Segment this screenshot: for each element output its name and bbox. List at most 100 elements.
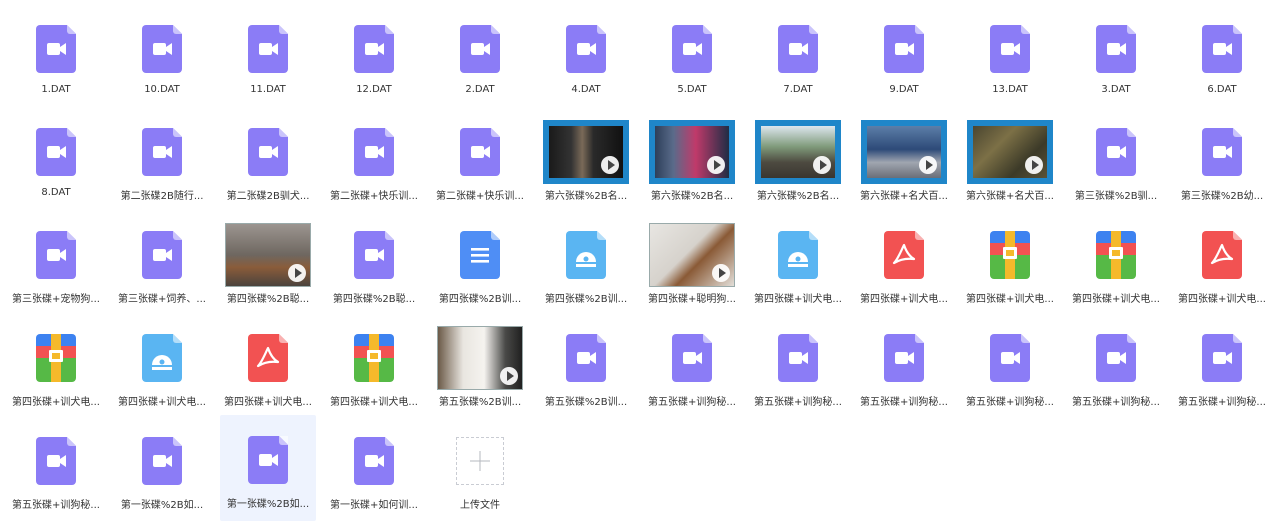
file-item[interactable]: 第三张碟%2B幼...: [1174, 107, 1270, 207]
file-item[interactable]: 第二张碟+快乐训...: [432, 107, 528, 207]
file-thumbnail: [1068, 111, 1164, 193]
file-item[interactable]: 第四张碟+训犬电...: [114, 313, 210, 413]
file-item[interactable]: 4.DAT: [538, 4, 634, 104]
file-thumbnail: [220, 214, 316, 296]
file-item[interactable]: 第一张碟+如何训...: [326, 416, 422, 516]
file-item[interactable]: 5.DAT: [644, 4, 740, 104]
file-item[interactable]: 11.DAT: [220, 4, 316, 104]
file-name: 第二张碟+快乐训...: [330, 191, 418, 202]
file-item[interactable]: 第四张碟+训犬电...: [962, 210, 1058, 310]
file-item[interactable]: 第一张碟%2B如...: [220, 415, 316, 521]
file-item[interactable]: 第五张碟+训狗秘...: [856, 313, 952, 413]
file-name: 5.DAT: [677, 84, 707, 95]
file-item[interactable]: 2.DAT: [432, 4, 528, 104]
file-item[interactable]: 第六张碟+名犬百...: [856, 107, 952, 207]
file-item[interactable]: 第二张碟2B驯犬...: [220, 107, 316, 207]
file-name: 第五张碟+训狗秘...: [1072, 397, 1160, 408]
file-name: 第二张碟2B驯犬...: [226, 191, 310, 202]
file-item[interactable]: 第二张碟2B随行...: [114, 107, 210, 207]
file-item[interactable]: 第五张碟+训狗秘...: [1174, 313, 1270, 413]
file-thumbnail: [1068, 214, 1164, 296]
file-item[interactable]: 第六张碟%2B名...: [644, 107, 740, 207]
file-thumbnail: [1174, 317, 1270, 399]
file-item[interactable]: 第四张碟+训犬电...: [750, 210, 846, 310]
file-item[interactable]: 10.DAT: [114, 4, 210, 104]
file-item[interactable]: 7.DAT: [750, 4, 846, 104]
file-thumbnail: [432, 8, 528, 90]
file-name: 第三张碟%2B驯...: [1074, 191, 1158, 202]
file-grid: 1.DAT 10.DAT 11.DAT 12.DAT 2.DAT 4.DAT 5.DAT 7.…: [0, 0, 1280, 529]
play-icon: [601, 156, 619, 174]
file-item[interactable]: 第五张碟+训狗秘...: [644, 313, 740, 413]
video-file-icon: [36, 25, 76, 73]
file-thumbnail: [1068, 317, 1164, 399]
disc-image-file-icon: [778, 231, 818, 279]
file-item[interactable]: 第五张碟+训狗秘...: [1068, 313, 1164, 413]
file-name: 10.DAT: [144, 84, 180, 95]
video-file-icon: [566, 25, 606, 73]
file-name: 第一张碟%2B如...: [226, 499, 310, 510]
file-item[interactable]: 第四张碟%2B聪...: [220, 210, 316, 310]
file-item[interactable]: 第四张碟+训犬电...: [1174, 210, 1270, 310]
upload-file-button[interactable]: 上传文件: [432, 416, 528, 516]
file-item[interactable]: 8.DAT: [8, 107, 104, 207]
file-item[interactable]: 第四张碟+训犬电...: [856, 210, 952, 310]
file-item[interactable]: 1.DAT: [8, 4, 104, 104]
file-name: 第四张碟+训犬电...: [1072, 294, 1160, 305]
video-file-icon: [248, 128, 288, 176]
file-thumbnail: [856, 214, 952, 296]
file-name: 第五张碟+训狗秘...: [754, 397, 842, 408]
file-item[interactable]: 9.DAT: [856, 4, 952, 104]
file-item[interactable]: 第一张碟%2B如...: [114, 416, 210, 516]
file-thumbnail: [326, 317, 422, 399]
file-item[interactable]: 第五张碟%2B训...: [432, 313, 528, 413]
file-name: 第五张碟+训狗秘...: [12, 500, 100, 511]
file-name: 1.DAT: [41, 84, 71, 95]
file-item[interactable]: 第四张碟%2B训...: [538, 210, 634, 310]
file-item[interactable]: 13.DAT: [962, 4, 1058, 104]
file-item[interactable]: 第五张碟%2B训...: [538, 313, 634, 413]
file-thumbnail: [962, 8, 1058, 90]
video-thumbnail: [755, 120, 841, 184]
file-item[interactable]: 第四张碟%2B训...: [432, 210, 528, 310]
file-name: 第四张碟%2B聪...: [332, 294, 416, 305]
file-item[interactable]: 第四张碟+训犬电...: [220, 313, 316, 413]
file-name: 第六张碟+名犬百...: [966, 191, 1054, 202]
file-item[interactable]: 第六张碟%2B名...: [538, 107, 634, 207]
file-item[interactable]: 第六张碟+名犬百...: [962, 107, 1058, 207]
file-item[interactable]: 第三张碟%2B驯...: [1068, 107, 1164, 207]
file-name: 第四张碟+训犬电...: [966, 294, 1054, 305]
document-file-icon: [460, 231, 500, 279]
file-item[interactable]: 第五张碟+训狗秘...: [8, 416, 104, 516]
file-item[interactable]: 第四张碟+训犬电...: [326, 313, 422, 413]
play-icon: [500, 367, 518, 385]
file-item[interactable]: 第四张碟+训犬电...: [1068, 210, 1164, 310]
file-thumbnail: [538, 317, 634, 399]
play-icon: [919, 156, 937, 174]
file-item[interactable]: 第五张碟+训狗秘...: [750, 313, 846, 413]
file-item[interactable]: 3.DAT: [1068, 4, 1164, 104]
file-item[interactable]: 第三张碟+饲养、...: [114, 210, 210, 310]
file-name: 第四张碟%2B训...: [544, 294, 628, 305]
pdf-file-icon: [1202, 231, 1242, 279]
disc-image-file-icon: [566, 231, 606, 279]
file-item[interactable]: 第四张碟%2B聪...: [326, 210, 422, 310]
file-item[interactable]: 6.DAT: [1174, 4, 1270, 104]
file-item[interactable]: 第六张碟%2B名...: [750, 107, 846, 207]
file-name: 12.DAT: [356, 84, 392, 95]
file-item[interactable]: 12.DAT: [326, 4, 422, 104]
file-item[interactable]: 第五张碟+训狗秘...: [962, 313, 1058, 413]
file-item[interactable]: 第四张碟+聪明狗...: [644, 210, 740, 310]
video-thumbnail: [649, 223, 735, 287]
file-item[interactable]: 第三张碟+宠物狗...: [8, 210, 104, 310]
file-name: 第四张碟+聪明狗...: [648, 294, 736, 305]
file-thumbnail: [750, 8, 846, 90]
video-file-icon: [778, 334, 818, 382]
file-name: 第四张碟+训犬电...: [860, 294, 948, 305]
video-file-icon: [354, 231, 394, 279]
file-item[interactable]: 第四张碟+训犬电...: [8, 313, 104, 413]
file-thumbnail: [538, 8, 634, 90]
video-file-icon: [990, 334, 1030, 382]
archive-file-icon: [1096, 231, 1136, 279]
file-item[interactable]: 第二张碟+快乐训...: [326, 107, 422, 207]
